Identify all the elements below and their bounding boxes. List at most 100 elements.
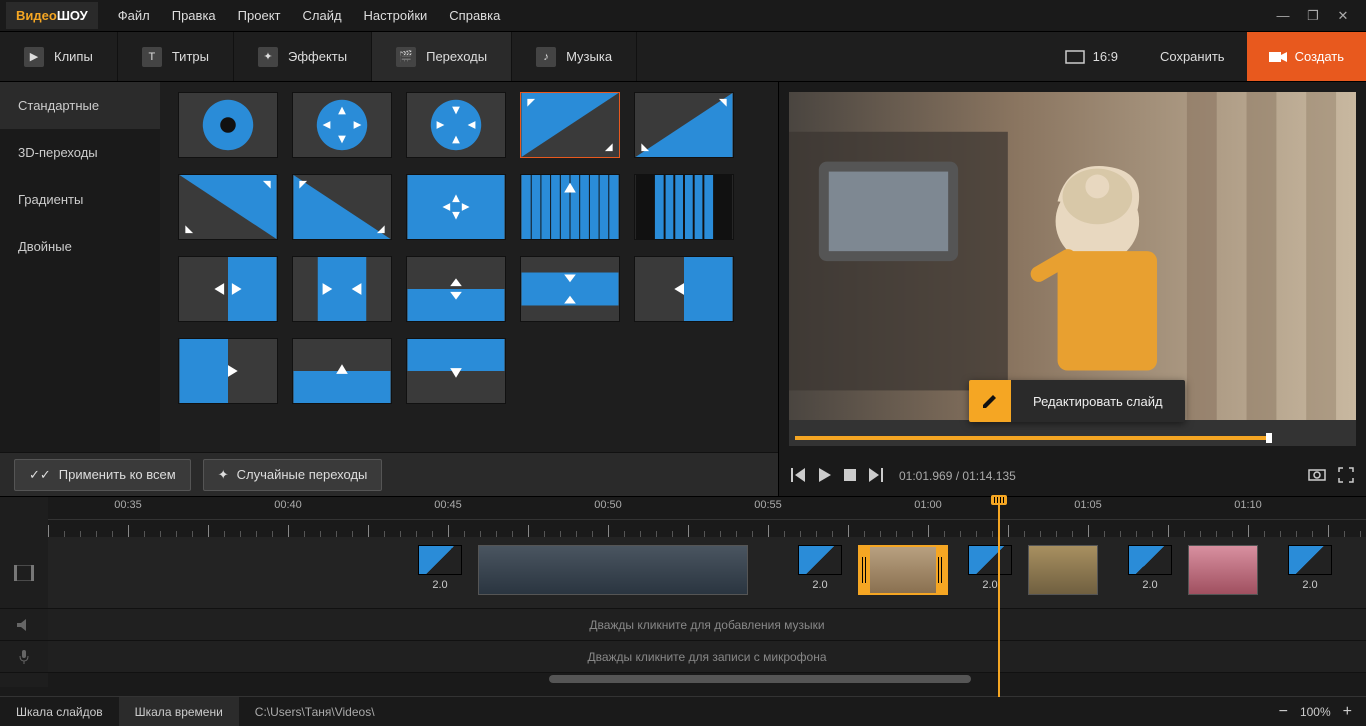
- playhead-handle[interactable]: [991, 495, 1007, 505]
- text-icon: T: [142, 47, 162, 67]
- video-clip[interactable]: [1028, 545, 1098, 595]
- tab-slide-scale[interactable]: Шкала слайдов: [0, 697, 119, 726]
- minimize-icon[interactable]: —: [1274, 8, 1292, 24]
- zoom-level: 100%: [1300, 705, 1331, 719]
- transition-item[interactable]: [634, 174, 734, 240]
- zoom-out-button[interactable]: −: [1279, 703, 1288, 721]
- category-3d[interactable]: 3D-переходы: [0, 129, 160, 176]
- ruler-label: 00:35: [114, 499, 142, 511]
- transition-clip[interactable]: 2.0: [418, 545, 462, 591]
- transition-item[interactable]: [178, 256, 278, 322]
- category-standard[interactable]: Стандартные: [0, 82, 160, 129]
- time-ruler[interactable]: 00:3500:4000:4500:5000:5501:0001:0501:10: [48, 497, 1366, 537]
- transition-item[interactable]: [292, 174, 392, 240]
- apply-all-button[interactable]: ✓✓ Применить ко всем: [14, 459, 191, 491]
- transition-item[interactable]: [292, 256, 392, 322]
- transition-clip[interactable]: 2.0: [798, 545, 842, 591]
- menubar: ВидеоШОУ Файл Правка Проект Слайд Настро…: [0, 0, 1366, 32]
- transition-item[interactable]: [178, 174, 278, 240]
- category-sidebar: Стандартные 3D-переходы Градиенты Двойны…: [0, 82, 160, 452]
- audio-track-row: Дважды кликните для добавления музыки: [0, 609, 1366, 641]
- save-label: Сохранить: [1160, 49, 1225, 64]
- horizontal-scrollbar[interactable]: [48, 673, 1366, 687]
- tab-clips[interactable]: ▶ Клипы: [0, 32, 118, 81]
- toolbar-right: 16:9 Сохранить Создать: [1045, 32, 1366, 81]
- check-icon: ✓✓: [29, 467, 51, 483]
- music-icon: ♪: [536, 47, 556, 67]
- seekbar-fill: [795, 436, 1272, 440]
- seekbar-knob[interactable]: [1266, 433, 1272, 443]
- transition-clip[interactable]: 2.0: [1128, 545, 1172, 591]
- transition-item[interactable]: [178, 338, 278, 404]
- tab-time-scale[interactable]: Шкала времени: [119, 697, 239, 726]
- preview-seekbar[interactable]: [795, 436, 1350, 440]
- video-track[interactable]: 2.0 2.0 2.0 2.0 2.0: [48, 537, 1366, 609]
- edit-slide-button[interactable]: Редактировать слайд: [969, 380, 1185, 422]
- transition-item[interactable]: [406, 338, 506, 404]
- transition-clip[interactable]: 2.0: [968, 545, 1012, 591]
- audio-hint[interactable]: Дважды кликните для добавления музыки: [48, 609, 1366, 641]
- timeline: 00:3500:4000:4500:5000:5501:0001:0501:10…: [0, 496, 1366, 696]
- transition-item[interactable]: [520, 174, 620, 240]
- apply-all-label: Применить ко всем: [59, 467, 176, 482]
- create-button[interactable]: Создать: [1247, 32, 1366, 81]
- stop-button[interactable]: [843, 468, 857, 485]
- fullscreen-icon[interactable]: [1338, 467, 1354, 486]
- mic-hint[interactable]: Дважды кликните для записи с микрофона: [48, 641, 1366, 673]
- transition-item[interactable]: [406, 174, 506, 240]
- tab-titles-label: Титры: [172, 49, 209, 64]
- menu-help[interactable]: Справка: [439, 2, 510, 29]
- zoom-in-button[interactable]: +: [1343, 703, 1352, 721]
- clapper-icon: 🎬: [396, 47, 416, 67]
- playhead[interactable]: [998, 497, 1000, 697]
- menu-slide[interactable]: Слайд: [292, 2, 351, 29]
- transition-item[interactable]: [406, 92, 506, 158]
- transition-item[interactable]: [292, 338, 392, 404]
- next-button[interactable]: [867, 468, 883, 485]
- tab-effects[interactable]: ✦ Эффекты: [234, 32, 372, 81]
- prev-button[interactable]: [791, 468, 807, 485]
- category-gradients[interactable]: Градиенты: [0, 176, 160, 223]
- transition-item[interactable]: [406, 256, 506, 322]
- tab-transitions[interactable]: 🎬 Переходы: [372, 32, 512, 81]
- transition-item-selected[interactable]: [520, 92, 620, 158]
- transition-item[interactable]: [520, 256, 620, 322]
- play-button[interactable]: [817, 467, 833, 486]
- transition-item[interactable]: [178, 92, 278, 158]
- video-clip[interactable]: [478, 545, 748, 595]
- tab-music[interactable]: ♪ Музыка: [512, 32, 637, 81]
- playback-right: [1308, 467, 1354, 486]
- save-button[interactable]: Сохранить: [1138, 32, 1247, 81]
- menu-project[interactable]: Проект: [228, 2, 291, 29]
- menu-items: Файл Правка Проект Слайд Настройки Справ…: [108, 2, 511, 29]
- video-clip-active[interactable]: [858, 545, 948, 595]
- snapshot-icon[interactable]: [1308, 467, 1326, 486]
- random-button[interactable]: ✦ Случайные переходы: [203, 459, 383, 491]
- ruler-gutter: [0, 497, 48, 537]
- preview-panel: Редактировать слайд 01:01.969 / 01:14.13…: [778, 82, 1366, 496]
- aspect-ratio[interactable]: 16:9: [1045, 49, 1138, 64]
- menu-edit[interactable]: Правка: [162, 2, 226, 29]
- random-label: Случайные переходы: [237, 467, 368, 482]
- scrollbar-thumb[interactable]: [549, 675, 971, 683]
- category-double[interactable]: Двойные: [0, 223, 160, 270]
- camera-icon: [1269, 50, 1287, 64]
- video-track-row: 2.0 2.0 2.0 2.0 2.0: [0, 537, 1366, 609]
- maximize-icon[interactable]: ❐: [1304, 8, 1322, 24]
- transition-item[interactable]: [292, 92, 392, 158]
- video-track-icon[interactable]: [0, 537, 48, 609]
- menu-file[interactable]: Файл: [108, 2, 160, 29]
- transition-clip[interactable]: 2.0: [1288, 545, 1332, 591]
- menu-settings[interactable]: Настройки: [354, 2, 438, 29]
- mic-track-icon[interactable]: [0, 641, 48, 673]
- wand-icon: ✦: [258, 47, 278, 67]
- video-clip[interactable]: [1188, 545, 1258, 595]
- thumbnails-panel: [160, 82, 778, 452]
- close-icon[interactable]: ✕: [1334, 8, 1352, 24]
- transition-item[interactable]: [634, 256, 734, 322]
- transition-item[interactable]: [634, 92, 734, 158]
- audio-track-icon[interactable]: [0, 609, 48, 641]
- ruler-label: 01:10: [1234, 499, 1262, 511]
- ruler-ticks: [48, 519, 1366, 537]
- tab-titles[interactable]: T Титры: [118, 32, 234, 81]
